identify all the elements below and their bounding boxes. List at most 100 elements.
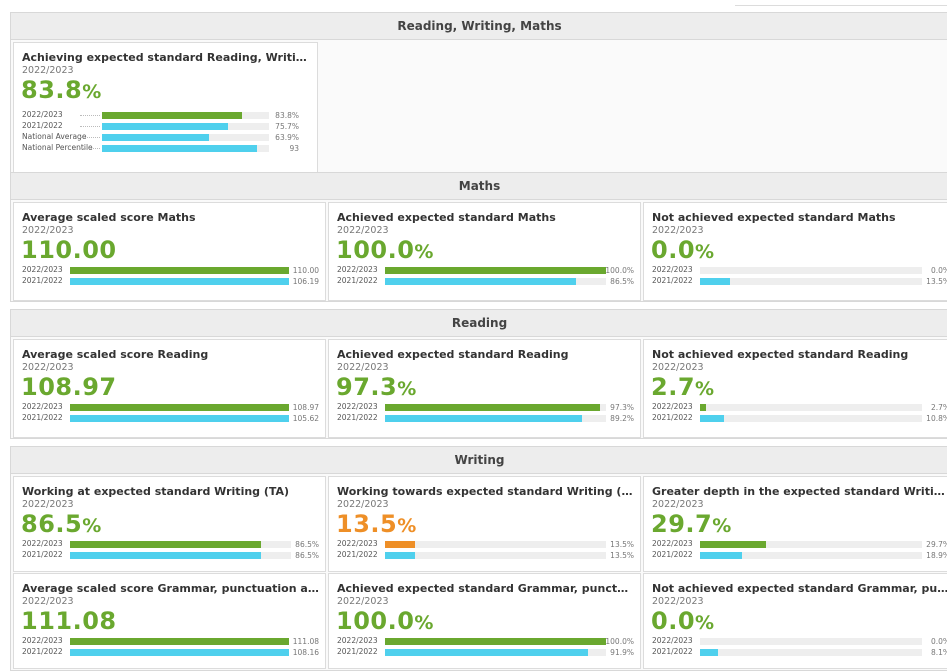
bar-label: 2022/2023 bbox=[22, 539, 63, 548]
bar-label: 2022/2023 bbox=[337, 636, 378, 645]
bar-row: National Average 63.9% bbox=[22, 132, 311, 142]
bar-track bbox=[70, 541, 291, 548]
bar-value: 0.0% bbox=[930, 637, 947, 646]
metric-number: 110.00 bbox=[21, 236, 117, 264]
section-header: Writing bbox=[11, 447, 947, 474]
bar-row: 2022/2023 108.97 bbox=[22, 402, 319, 412]
bar-fill bbox=[102, 123, 229, 130]
bar-track bbox=[385, 649, 606, 656]
bar-row: 2021/2022 105.62 bbox=[22, 413, 319, 423]
card-year: 2022/2023 bbox=[22, 65, 74, 76]
bar-row: 2021/2022 75.7% bbox=[22, 121, 311, 131]
bar-track bbox=[70, 649, 289, 656]
metric-card[interactable]: Achieved expected standard Reading 2022/2… bbox=[328, 339, 641, 438]
bar-value: 110.00 bbox=[292, 266, 319, 275]
bar-fill bbox=[70, 404, 289, 411]
metric-card[interactable]: Not achieved expected standard Maths 2022… bbox=[643, 202, 947, 301]
bar-fill bbox=[70, 552, 262, 559]
metric-value: 83.8% bbox=[21, 76, 102, 104]
metric-card[interactable]: Achieved expected standard Grammar, punc… bbox=[328, 573, 641, 669]
card-title: Working towards expected standard Writin… bbox=[337, 485, 634, 498]
metric-card[interactable]: Greater depth in the expected standard W… bbox=[643, 476, 947, 572]
bar-value: 0.0% bbox=[930, 266, 947, 275]
card-year: 2022/2023 bbox=[652, 225, 704, 236]
metric-number: 86.5 bbox=[21, 510, 83, 538]
bar-row: 2022/2023 0.0% bbox=[652, 265, 947, 275]
metric-card[interactable]: Achieving expected standard Reading, Wri… bbox=[13, 42, 318, 173]
card-title: Greater depth in the expected standard W… bbox=[652, 485, 947, 498]
metric-card[interactable]: Not achieved expected standard Reading 20… bbox=[643, 339, 947, 438]
bar-fill bbox=[102, 112, 242, 119]
metric-card[interactable]: Achieved expected standard Maths 2022/202… bbox=[328, 202, 641, 301]
bar-track bbox=[385, 638, 606, 645]
bar-list: 2022/2023 110.00 2021/2022 106.19 bbox=[22, 265, 319, 287]
metric-value: 110.00 bbox=[21, 236, 117, 264]
bar-track bbox=[102, 112, 269, 119]
card-title: Average scaled score Maths bbox=[22, 211, 196, 224]
bar-track bbox=[700, 415, 922, 422]
metric-card[interactable]: Not achieved expected standard Grammar, … bbox=[643, 573, 947, 669]
bar-value: 105.62 bbox=[292, 414, 319, 423]
bar-row: 2021/2022 8.1% bbox=[652, 647, 947, 657]
bar-value: 63.9% bbox=[275, 133, 299, 142]
bar-row: 2021/2022 108.16 bbox=[22, 647, 319, 657]
bar-list: 2022/2023 111.08 2021/2022 108.16 bbox=[22, 636, 319, 658]
bar-label: 2022/2023 bbox=[652, 402, 693, 411]
metric-unit: % bbox=[695, 612, 715, 634]
card-year: 2022/2023 bbox=[22, 225, 74, 236]
card-title: Achieved expected standard Grammar, punc… bbox=[337, 582, 634, 595]
bar-track bbox=[70, 415, 289, 422]
top-divider bbox=[735, 5, 947, 6]
bar-fill bbox=[385, 541, 415, 548]
bar-track bbox=[70, 638, 289, 645]
leader-line bbox=[80, 115, 100, 116]
bar-row: 2021/2022 89.2% bbox=[337, 413, 634, 423]
card-title: Working at expected standard Writing (TA… bbox=[22, 485, 290, 498]
bar-row: 2021/2022 106.19 bbox=[22, 276, 319, 286]
bar-fill bbox=[385, 649, 589, 656]
bar-fill bbox=[385, 415, 583, 422]
metric-value: 13.5% bbox=[336, 510, 417, 538]
metric-unit: % bbox=[414, 241, 434, 263]
bar-fill bbox=[102, 145, 258, 152]
metric-card[interactable]: Average scaled score Maths 2022/2023 110.0… bbox=[13, 202, 326, 301]
metric-card[interactable]: Working towards expected standard Writin… bbox=[328, 476, 641, 572]
bar-value: 111.08 bbox=[292, 637, 319, 646]
bar-list: 2022/2023 2.7% 2021/2022 10.8% bbox=[652, 402, 947, 424]
section-2: Reading Average scaled score Reading 2022/… bbox=[10, 309, 947, 439]
bar-row: 2021/2022 86.5% bbox=[337, 276, 634, 286]
bar-track bbox=[385, 415, 606, 422]
bar-list: 2022/2023 100.0% 2021/2022 86.5% bbox=[337, 265, 634, 287]
bar-row: 2022/2023 111.08 bbox=[22, 636, 319, 646]
bar-label: 2021/2022 bbox=[22, 413, 63, 422]
bar-value: 93 bbox=[289, 144, 299, 153]
bar-label: 2021/2022 bbox=[22, 121, 63, 130]
bar-row: 2022/2023 0.0% bbox=[652, 636, 947, 646]
bar-track bbox=[385, 552, 606, 559]
bar-label: 2022/2023 bbox=[337, 402, 378, 411]
section-header: Reading, Writing, Maths bbox=[11, 13, 947, 40]
card-title: Average scaled score Grammar, punctuatio… bbox=[22, 582, 319, 595]
leader-line bbox=[80, 148, 100, 149]
bar-fill bbox=[700, 404, 706, 411]
bar-list: 2022/2023 86.5% 2021/2022 86.5% bbox=[22, 539, 319, 561]
bar-fill bbox=[700, 541, 766, 548]
bar-label: 2022/2023 bbox=[22, 402, 63, 411]
bar-label: 2021/2022 bbox=[22, 647, 63, 656]
metric-number: 0.0 bbox=[651, 236, 696, 264]
bar-fill bbox=[102, 134, 209, 141]
bar-label: 2021/2022 bbox=[337, 647, 378, 656]
metric-card[interactable]: Average scaled score Reading 2022/2023 108… bbox=[13, 339, 326, 438]
metric-card[interactable]: Average scaled score Grammar, punctuatio… bbox=[13, 573, 326, 669]
card-year: 2022/2023 bbox=[337, 596, 389, 607]
bar-value: 91.9% bbox=[610, 648, 634, 657]
card-title: Not achieved expected standard Grammar, … bbox=[652, 582, 947, 595]
metric-number: 111.08 bbox=[21, 607, 117, 635]
bar-value: 100.0% bbox=[605, 637, 634, 646]
leader-line bbox=[80, 137, 100, 138]
metric-value: 97.3% bbox=[336, 373, 417, 401]
metric-card[interactable]: Working at expected standard Writing (TA… bbox=[13, 476, 326, 572]
bar-label: 2022/2023 bbox=[337, 539, 378, 548]
metric-number: 100.0 bbox=[336, 607, 415, 635]
metric-value: 29.7% bbox=[651, 510, 732, 538]
